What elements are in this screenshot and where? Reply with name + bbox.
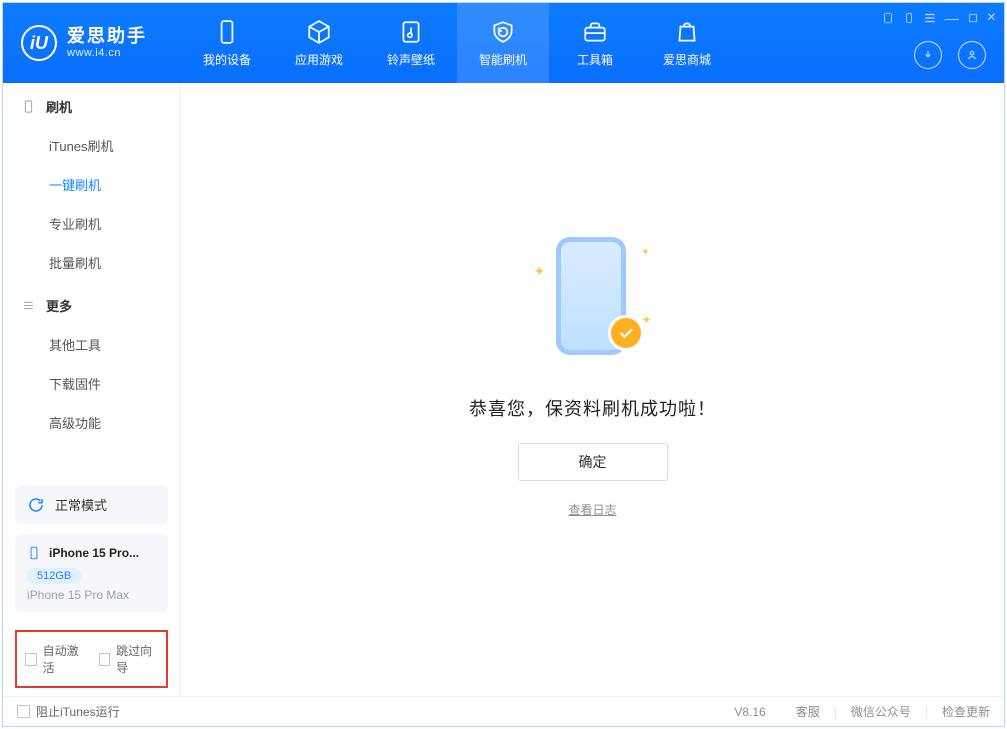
checkbox-label: 阻止iTunes运行 — [36, 703, 120, 720]
brand-logo-icon: iU — [21, 25, 57, 61]
sidebar-group-flash: 刷机 — [3, 83, 180, 126]
device-name: iPhone 15 Pro... — [49, 546, 139, 560]
sidebar-group-more: 更多 — [3, 282, 180, 325]
sidebar-item-pro-flash[interactable]: 专业刷机 — [3, 204, 180, 243]
brand: iU 爱思助手 www.i4.cn — [3, 3, 181, 83]
view-log-link[interactable]: 查看日志 — [568, 501, 616, 518]
sparkle-icon: ✦ — [641, 313, 651, 327]
check-update-link[interactable]: 检查更新 — [942, 703, 990, 720]
music-icon — [398, 19, 424, 45]
nav-label: 智能刷机 — [479, 51, 527, 68]
device-small-icon — [21, 99, 36, 114]
sparkle-icon: ✦ — [534, 263, 546, 280]
checkbox-block-itunes[interactable]: 阻止iTunes运行 — [17, 703, 120, 720]
phone-icon — [214, 19, 240, 45]
version-label: V8.16 — [734, 705, 765, 719]
brand-title: 爱思助手 — [67, 26, 147, 48]
device-model: iPhone 15 Pro Max — [27, 588, 156, 602]
sidebar-item-itunes-flash[interactable]: iTunes刷机 — [3, 126, 180, 165]
wechat-link[interactable]: 微信公众号 — [851, 703, 911, 720]
nav-smart-flash[interactable]: 智能刷机 — [457, 3, 549, 83]
sidebar-item-other-tools[interactable]: 其他工具 — [3, 325, 180, 364]
success-message: 恭喜您，保资料刷机成功啦！ — [469, 395, 716, 421]
checkbox-icon — [25, 653, 37, 666]
checkbox-icon — [99, 653, 111, 666]
main-content: ✦ ✦ ✦ 恭喜您，保资料刷机成功啦！ 确定 查看日志 — [181, 83, 1004, 696]
window-controls: — × — [881, 9, 996, 27]
sparkle-icon: ✦ — [641, 247, 649, 258]
sidebar-group-title: 刷机 — [46, 97, 72, 116]
separator: | — [834, 705, 837, 719]
download-button[interactable] — [914, 41, 942, 69]
separator: | — [925, 705, 928, 719]
minimize-button[interactable]: — — [945, 10, 959, 26]
nav-apps-games[interactable]: 应用游戏 — [273, 3, 365, 83]
check-badge-icon — [608, 315, 644, 351]
toolbox-icon — [582, 19, 608, 45]
storage-badge: 512GB — [27, 568, 81, 584]
sidebar-item-advanced[interactable]: 高级功能 — [3, 403, 180, 442]
nav-label: 工具箱 — [577, 51, 613, 68]
sidebar-item-batch-flash[interactable]: 批量刷机 — [3, 243, 180, 282]
ok-button[interactable]: 确定 — [518, 443, 668, 481]
nav-label: 爱思商城 — [663, 51, 711, 68]
sidebar-item-download-firmware[interactable]: 下载固件 — [3, 364, 180, 403]
maximize-button[interactable] — [967, 12, 979, 24]
close-button[interactable]: × — [987, 9, 996, 27]
support-link[interactable]: 客服 — [796, 703, 820, 720]
clip-icon[interactable] — [881, 11, 895, 25]
device-mode-box[interactable]: 正常模式 — [15, 485, 168, 524]
sidebar-group-title: 更多 — [46, 296, 72, 315]
account-button[interactable] — [958, 41, 986, 69]
refresh-shield-icon — [490, 19, 516, 45]
top-nav: 我的设备 应用游戏 铃声壁纸 智能刷机 工具箱 爱思商城 — [181, 3, 733, 83]
checkbox-label: 自动激活 — [43, 642, 85, 676]
checkbox-auto-activate[interactable]: 自动激活 — [25, 642, 85, 676]
menu-lines-icon — [21, 298, 36, 313]
checkbox-icon — [17, 705, 30, 718]
nav-my-device[interactable]: 我的设备 — [181, 3, 273, 83]
bag-icon — [674, 19, 700, 45]
mode-label: 正常模式 — [55, 495, 107, 514]
sidebar-item-oneclick-flash[interactable]: 一键刷机 — [3, 165, 180, 204]
app-header: iU 爱思助手 www.i4.cn 我的设备 应用游戏 铃声壁纸 智能刷机 — [3, 3, 1004, 83]
checkbox-skip-wizard[interactable]: 跳过向导 — [99, 642, 159, 676]
phone-small-icon[interactable] — [903, 11, 915, 25]
nav-label: 铃声壁纸 — [387, 51, 435, 68]
refresh-icon — [27, 496, 45, 514]
nav-label: 我的设备 — [203, 51, 251, 68]
status-bar: 阻止iTunes运行 V8.16 客服 | 微信公众号 | 检查更新 — [3, 696, 1004, 726]
nav-store[interactable]: 爱思商城 — [641, 3, 733, 83]
nav-label: 应用游戏 — [295, 51, 343, 68]
nav-toolbox[interactable]: 工具箱 — [549, 3, 641, 83]
device-info-box[interactable]: iPhone 15 Pro... 512GB iPhone 15 Pro Max — [15, 534, 168, 612]
nav-ringtones[interactable]: 铃声壁纸 — [365, 3, 457, 83]
highlighted-options: 自动激活 跳过向导 — [15, 630, 168, 688]
menu-icon[interactable] — [923, 11, 937, 25]
phone-outline-icon — [27, 544, 41, 562]
sidebar: 刷机 iTunes刷机 一键刷机 专业刷机 批量刷机 更多 其他工具 下载固件 … — [3, 83, 181, 696]
checkbox-label: 跳过向导 — [116, 642, 158, 676]
cube-icon — [306, 19, 332, 45]
brand-subtitle: www.i4.cn — [67, 47, 147, 60]
success-illustration: ✦ ✦ ✦ — [528, 233, 658, 363]
